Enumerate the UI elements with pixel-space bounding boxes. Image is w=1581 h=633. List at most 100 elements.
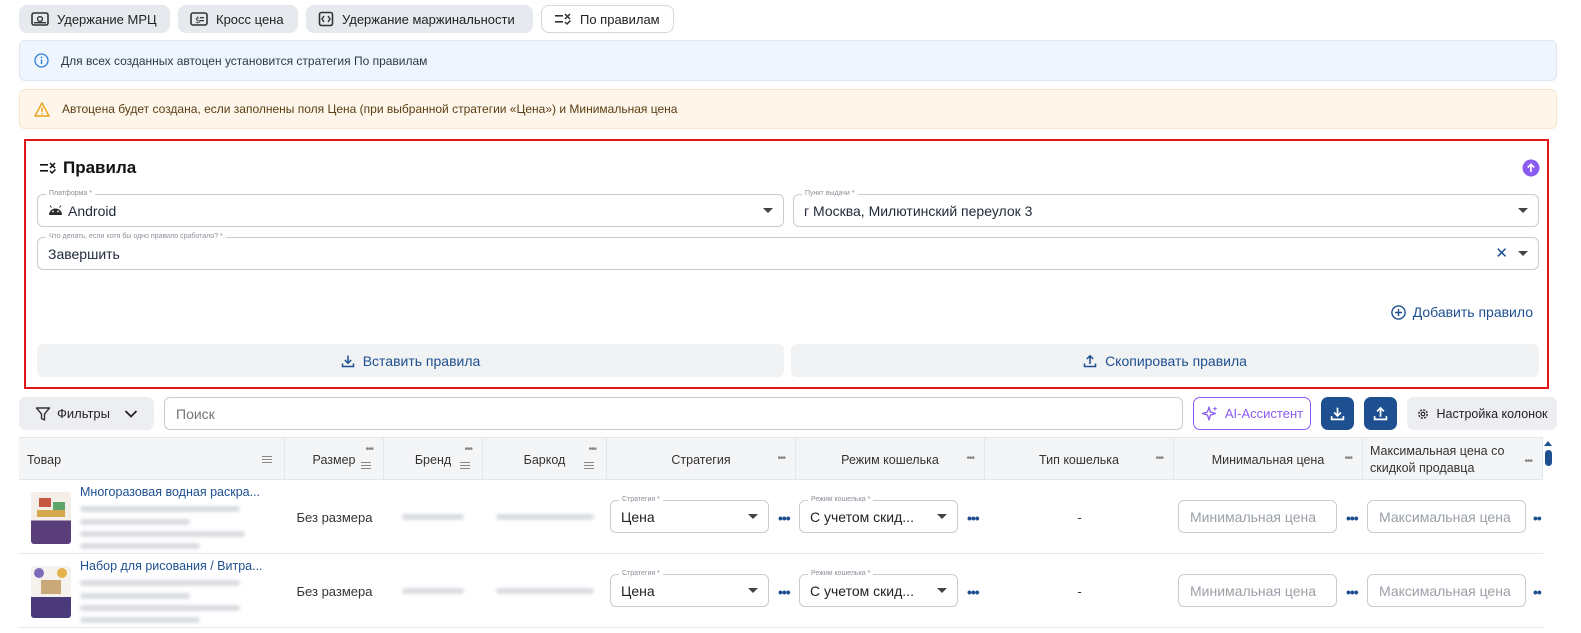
vertical-scrollbar[interactable] (1543, 439, 1553, 633)
ai-assistant-label: AI-Ассистент (1224, 406, 1304, 421)
min-price-input[interactable]: Минимальная цена (1178, 574, 1337, 607)
filter-icon (35, 406, 51, 422)
platform-value: Android (68, 202, 117, 219)
strategy-label: Стратегия * (619, 569, 663, 579)
product-detail-blurred (80, 580, 240, 586)
column-header-wallet-type[interactable]: Тип кошелька ••• (985, 438, 1174, 481)
max-price-input[interactable]: Максимальная цена (1367, 574, 1526, 607)
paste-rules-button[interactable]: Вставить правила (37, 344, 784, 377)
more-icon[interactable]: ••• (778, 510, 791, 526)
code-box-icon (318, 11, 334, 27)
column-header-brand[interactable]: Бренд ••• (384, 438, 483, 481)
brand-blurred (402, 588, 464, 594)
pickup-point-select[interactable]: Пункт выдачи * г Москва, Милютинский пер… (793, 189, 1539, 227)
import-button[interactable] (1364, 397, 1397, 430)
ai-assistant-button[interactable]: AI-Ассистент (1193, 397, 1311, 430)
table-row[interactable]: Многоразовая водная раскра... Без размер… (19, 480, 1543, 554)
collapse-icon[interactable] (1522, 159, 1540, 177)
tab-mrc-hold[interactable]: Удержание МРЦ (19, 5, 170, 33)
download-icon (341, 354, 355, 368)
tab-margin-hold[interactable]: Удержание маржинальности (306, 5, 533, 33)
strategy-select[interactable]: Стратегия * Цена (610, 569, 769, 607)
more-icon[interactable]: ••• (778, 584, 791, 600)
gear-icon (1416, 407, 1430, 421)
wallet-mode-value: С учетом скид... (810, 508, 914, 525)
column-title: Бренд (414, 452, 452, 467)
platform-select[interactable]: Платформа * Android (37, 189, 784, 227)
column-options-icon[interactable]: ••• (1155, 453, 1163, 464)
more-icon[interactable]: ••• (1346, 584, 1359, 600)
max-price-placeholder: Максимальная цена (1379, 508, 1511, 525)
table-row[interactable]: Набор для рисования / Витра... Без разме… (19, 554, 1543, 628)
clear-icon[interactable]: ✕ (1495, 246, 1508, 261)
warning-banner: Автоцена будет создана, если заполнены п… (19, 89, 1557, 129)
chevron-down-icon (124, 409, 138, 419)
product-thumbnail (31, 492, 71, 544)
size-cell: Без размера (296, 583, 373, 599)
android-icon (48, 205, 63, 216)
column-options-icon[interactable]: ••• (1344, 453, 1352, 464)
tab-by-rules[interactable]: По правилам (541, 5, 674, 33)
column-header-wallet-mode[interactable]: Режим кошелька ••• (796, 438, 985, 481)
add-rule-button[interactable]: Добавить правило (1390, 304, 1533, 320)
column-header-product[interactable]: Товар (19, 438, 285, 481)
max-price-input[interactable]: Максимальная цена (1367, 500, 1526, 533)
tab-cross-price[interactable]: $ Кросс цена (178, 5, 298, 33)
column-menu-icon[interactable] (460, 460, 470, 471)
strategy-select[interactable]: Стратегия * Цена (610, 495, 769, 533)
table-header: Товар Размер ••• Бренд ••• Баркод ••• Ст… (19, 437, 1543, 481)
more-icon[interactable]: •• (1533, 510, 1542, 526)
info-banner: Для всех созданных автоцен установится с… (19, 40, 1557, 81)
columns-settings-button[interactable]: Настройка колонок (1407, 397, 1557, 430)
wallet-mode-select[interactable]: Режим кошелька * С учетом скид... (799, 569, 958, 607)
product-detail-blurred (80, 617, 200, 623)
svg-text:$: $ (195, 16, 201, 26)
wallet-mode-select[interactable]: Режим кошелька * С учетом скид... (799, 495, 958, 533)
column-title: Баркод (523, 452, 566, 467)
column-header-strategy[interactable]: Стратегия ••• (607, 438, 796, 481)
tab-label: Кросс цена (216, 11, 284, 27)
column-menu-icon[interactable] (361, 460, 371, 471)
column-header-size[interactable]: Размер ••• (285, 438, 384, 481)
column-options-icon[interactable]: ••• (966, 453, 974, 464)
tab-label: Удержание маржинальности (342, 11, 515, 27)
column-title: Минимальная цена (1211, 452, 1325, 467)
min-price-input[interactable]: Минимальная цена (1178, 500, 1337, 533)
platform-label: Платформа * (46, 189, 95, 199)
download-icon (1330, 406, 1345, 421)
column-header-max-price[interactable]: Максимальная цена со скидкой продавца ••… (1363, 438, 1543, 481)
export-button[interactable] (1321, 397, 1354, 430)
scroll-up-icon[interactable] (1544, 441, 1552, 446)
min-price-placeholder: Минимальная цена (1190, 582, 1317, 599)
column-options-icon[interactable]: ••• (777, 453, 785, 464)
column-menu-icon[interactable] (262, 454, 272, 465)
more-icon[interactable]: •• (1533, 584, 1542, 600)
wallet-type-cell: - (1077, 583, 1082, 599)
wallet-mode-label: Режим кошелька * (808, 495, 874, 505)
column-menu-icon[interactable] (584, 460, 594, 471)
more-icon[interactable]: ••• (967, 510, 980, 526)
action-select[interactable]: Что делать, если хотя бы одно правило ср… (37, 232, 1539, 270)
column-title: Режим кошелька (841, 452, 939, 467)
filters-button[interactable]: Фильтры (19, 397, 154, 430)
column-options-icon[interactable]: ••• (1524, 453, 1532, 470)
column-title: Стратегия (671, 452, 731, 467)
column-header-barcode[interactable]: Баркод ••• (483, 438, 607, 481)
column-options-icon[interactable]: ••• (464, 444, 472, 455)
strategy-label: Стратегия * (619, 495, 663, 505)
column-header-min-price[interactable]: Минимальная цена ••• (1174, 438, 1363, 481)
search-input[interactable] (164, 397, 1183, 430)
copy-rules-label: Скопировать правила (1105, 352, 1247, 369)
product-name-link[interactable]: Многоразовая водная раскра... (80, 485, 260, 499)
column-options-icon[interactable]: ••• (588, 444, 596, 455)
column-title: Тип кошелька (1039, 452, 1119, 467)
search-field[interactable] (165, 398, 1182, 429)
column-options-icon[interactable]: ••• (365, 444, 373, 455)
more-icon[interactable]: ••• (967, 584, 980, 600)
more-icon[interactable]: ••• (1346, 510, 1359, 526)
scrollbar-thumb[interactable] (1544, 450, 1552, 466)
product-name-link[interactable]: Набор для рисования / Витра... (80, 559, 263, 573)
chevron-down-icon (937, 514, 947, 519)
copy-rules-button[interactable]: Скопировать правила (791, 344, 1539, 377)
product-detail-blurred (80, 506, 240, 512)
